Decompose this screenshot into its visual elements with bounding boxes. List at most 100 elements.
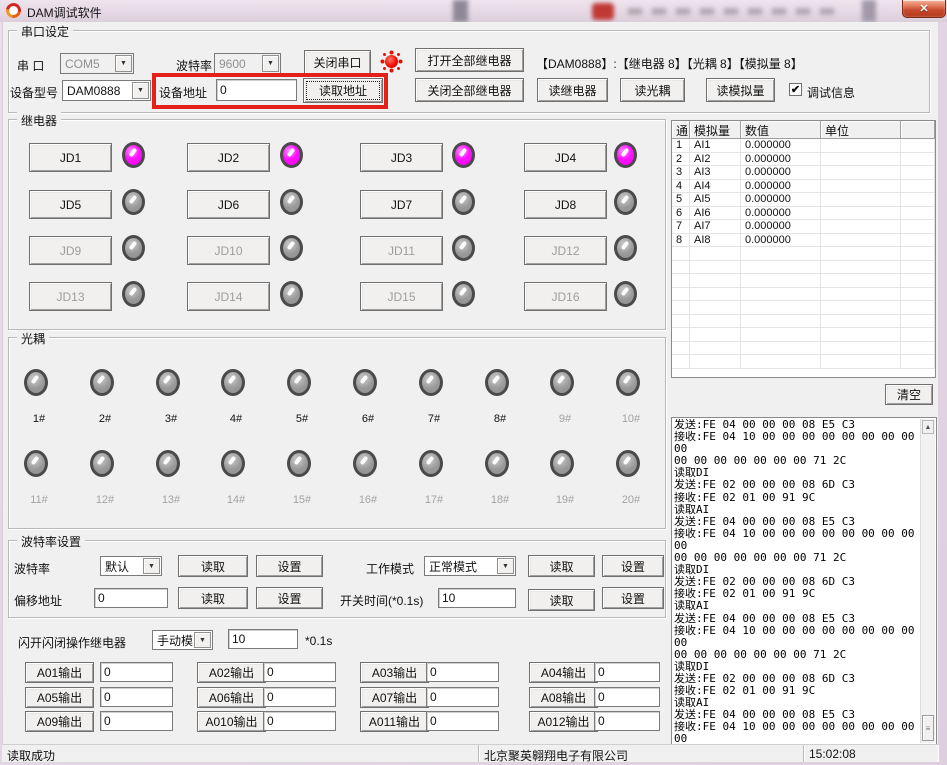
opto-led-3#	[156, 369, 180, 396]
table-row[interactable]: 6AI60.000000	[672, 207, 935, 221]
relay-button-JD6[interactable]: JD6	[187, 190, 270, 219]
output-value-input-A06输出[interactable]	[263, 687, 336, 707]
output-value-input-A03输出[interactable]	[426, 662, 499, 682]
offset-read-button[interactable]: 读取	[178, 587, 248, 609]
relay-button-JD1[interactable]: JD1	[29, 143, 112, 172]
clear-log-button[interactable]: 清空	[885, 384, 933, 405]
output-value-input-A02输出[interactable]	[263, 662, 336, 682]
table-cell	[672, 355, 690, 369]
close-port-button[interactable]: 关闭串口	[304, 50, 371, 75]
relay-button-JD16: JD16	[524, 282, 607, 311]
relay-led-JD13	[122, 281, 145, 307]
output-button-A07输出[interactable]: A07输出	[360, 687, 429, 708]
output-button-A09输出[interactable]: A09输出	[25, 711, 94, 732]
output-value-input-A05输出[interactable]	[100, 687, 173, 707]
model-combo[interactable]: DAM0888 ▼	[62, 80, 151, 101]
read-opto-button[interactable]: 读光耦	[620, 78, 685, 102]
table-cell	[821, 315, 901, 329]
window-title: DAM调试软件	[27, 4, 102, 21]
table-cell	[672, 328, 690, 342]
relay-button-JD8[interactable]: JD8	[524, 190, 607, 219]
output-button-A08输出[interactable]: A08输出	[529, 687, 598, 708]
output-button-A02输出[interactable]: A02输出	[197, 662, 266, 683]
output-button-A01输出[interactable]: A01输出	[25, 662, 94, 683]
log-scrollbar[interactable]: ▲ ≡	[920, 419, 935, 743]
output-button-A04输出[interactable]: A04输出	[529, 662, 598, 683]
baud-set-combo[interactable]: 默认 ▼	[100, 556, 162, 576]
relay-button-JD3[interactable]: JD3	[360, 143, 443, 172]
relay-button-JD7[interactable]: JD7	[360, 190, 443, 219]
column-header: 单位	[821, 121, 901, 139]
output-value-input-A09输出[interactable]	[100, 711, 173, 731]
output-value-input-A011输出[interactable]	[426, 711, 499, 731]
output-value-input-A010输出[interactable]	[263, 711, 336, 731]
table-row[interactable]: 8AI80.000000	[672, 234, 935, 248]
debug-info-checkbox[interactable]: ✔	[789, 83, 802, 96]
output-value-input-A01输出[interactable]	[100, 662, 173, 682]
read-address-button[interactable]: 读取地址	[303, 78, 383, 103]
opto-label-1#: 1#	[14, 413, 64, 425]
close-button[interactable]: ✕	[902, 0, 946, 18]
table-cell	[690, 355, 741, 369]
opto-led-8#	[485, 369, 509, 396]
output-value-input-A04输出[interactable]	[594, 662, 660, 682]
output-value-input-A012输出[interactable]	[594, 711, 660, 731]
baud-label: 波特率	[176, 57, 212, 74]
output-button-A011输出[interactable]: A011输出	[360, 711, 429, 732]
table-row[interactable]: 1AI10.000000	[672, 139, 935, 153]
flash-time-input[interactable]	[228, 629, 298, 649]
table-row[interactable]: 7AI70.000000	[672, 220, 935, 234]
offset-set-button[interactable]: 设置	[256, 587, 323, 609]
read-analog-button[interactable]: 读模拟量	[706, 78, 775, 102]
output-button-A012输出[interactable]: A012输出	[529, 711, 598, 732]
table-cell	[741, 355, 821, 369]
output-button-A010输出[interactable]: A010输出	[197, 711, 266, 732]
switch-time-set-button[interactable]: 设置	[602, 587, 664, 609]
relay-button-JD4[interactable]: JD4	[524, 143, 607, 172]
table-cell	[741, 315, 821, 329]
output-button-A06输出[interactable]: A06输出	[197, 687, 266, 708]
table-cell: 2	[672, 153, 690, 167]
opto-label-12#: 12#	[80, 494, 130, 506]
table-row	[672, 261, 935, 275]
column-header: 通	[672, 121, 690, 139]
output-value-input-A07输出[interactable]	[426, 687, 499, 707]
table-row[interactable]: 4AI40.000000	[672, 180, 935, 194]
address-input[interactable]	[216, 79, 297, 101]
table-row[interactable]: 5AI50.000000	[672, 193, 935, 207]
relay-button-JD14: JD14	[187, 282, 270, 311]
table-row[interactable]: 3AI30.000000	[672, 166, 935, 180]
baud-set-button[interactable]: 设置	[256, 555, 323, 577]
titlebar-glass-blob	[453, 0, 468, 22]
work-mode-set-button[interactable]: 设置	[602, 555, 664, 577]
model-label: 设备型号	[10, 84, 58, 101]
column-header: 模拟量	[690, 121, 741, 139]
table-cell: 3	[672, 166, 690, 180]
table-cell	[741, 342, 821, 356]
relay-button-JD5[interactable]: JD5	[29, 190, 112, 219]
debug-log-area[interactable]: 发送:FE 04 00 00 00 08 E5 C3 接收:FE 04 10 0…	[671, 417, 937, 745]
switch-time-input[interactable]	[438, 588, 516, 608]
relay-button-JD2[interactable]: JD2	[187, 143, 270, 172]
output-value-input-A08输出[interactable]	[594, 687, 660, 707]
read-relay-button[interactable]: 读继电器	[537, 78, 608, 102]
output-button-A05输出[interactable]: A05输出	[25, 687, 94, 708]
output-button-A03输出[interactable]: A03输出	[360, 662, 429, 683]
scrollbar-thumb[interactable]: ≡	[922, 715, 934, 741]
scroll-up-icon[interactable]: ▲	[922, 420, 934, 434]
opto-led-12#	[90, 450, 114, 477]
relay-led-JD6	[280, 189, 303, 215]
table-cell	[672, 247, 690, 261]
open-all-relays-button[interactable]: 打开全部继电器	[415, 48, 524, 72]
work-mode-combo[interactable]: 正常模式 ▼	[424, 556, 516, 576]
offset-input[interactable]	[94, 588, 168, 608]
switch-time-read-button[interactable]: 读取	[528, 589, 595, 611]
close-icon: ✕	[919, 2, 928, 15]
close-port-label: 关闭串口	[313, 54, 361, 71]
table-row[interactable]: 2AI20.000000	[672, 153, 935, 167]
baud-read-button[interactable]: 读取	[178, 555, 248, 577]
work-mode-read-button[interactable]: 读取	[528, 555, 595, 577]
flash-mode-combo[interactable]: 手动模式 ▼	[152, 630, 213, 650]
close-all-relays-button[interactable]: 关闭全部继电器	[415, 78, 524, 102]
read-analog-label: 读模拟量	[716, 82, 764, 99]
